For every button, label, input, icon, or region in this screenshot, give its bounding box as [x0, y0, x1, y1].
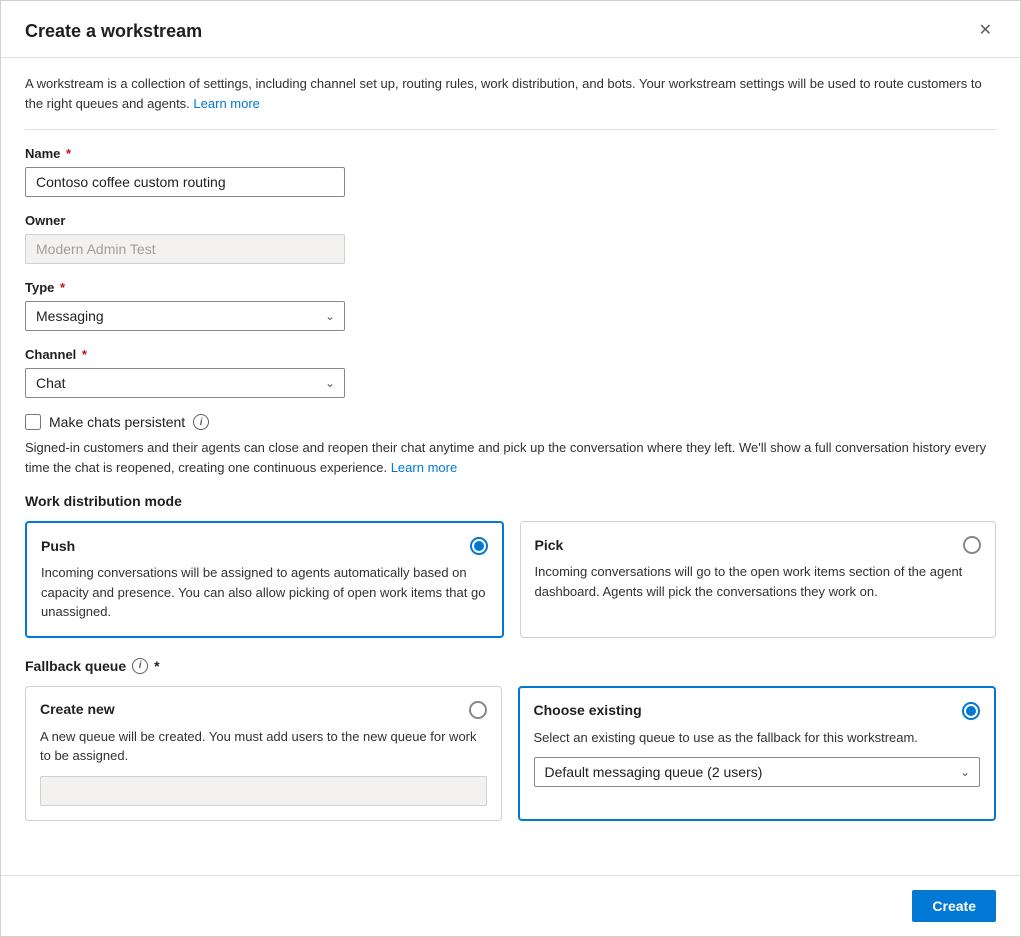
dialog-body: A workstream is a collection of settings… — [1, 58, 1020, 875]
persistent-description: Signed-in customers and their agents can… — [25, 438, 996, 477]
pick-card-header: Pick — [535, 536, 982, 554]
create-new-queue-card[interactable]: Create new A new queue will be created. … — [25, 686, 502, 821]
choose-existing-radio[interactable] — [962, 702, 980, 720]
make-chats-persistent-info-icon[interactable]: i — [193, 414, 209, 430]
name-input[interactable] — [25, 167, 345, 197]
owner-field-group: Owner Modern Admin Test — [25, 213, 996, 264]
choose-existing-card-title: Choose existing — [534, 702, 642, 718]
create-new-radio[interactable] — [469, 701, 487, 719]
channel-select[interactable]: Chat Email SMS — [25, 368, 345, 398]
pick-mode-card[interactable]: Pick Incoming conversations will go to t… — [520, 521, 997, 638]
channel-label: Channel * — [25, 347, 996, 362]
choose-existing-queue-card[interactable]: Choose existing Select an existing queue… — [518, 686, 997, 821]
choose-existing-card-desc: Select an existing queue to use as the f… — [534, 728, 981, 748]
type-label: Type * — [25, 280, 996, 295]
owner-input: Modern Admin Test — [25, 234, 345, 264]
description-learn-more-link[interactable]: Learn more — [193, 96, 259, 111]
push-card-header: Push — [41, 537, 488, 555]
type-select-wrapper: Messaging Voice ⌄ — [25, 301, 345, 331]
choose-existing-select-wrapper: Default messaging queue (2 users) ⌄ — [534, 757, 981, 787]
dialog-title: Create a workstream — [25, 21, 202, 42]
create-new-card-desc: A new queue will be created. You must ad… — [40, 727, 487, 766]
name-field-group: Name * — [25, 146, 996, 197]
dialog-footer: Create — [1, 875, 1020, 936]
pick-radio[interactable] — [963, 536, 981, 554]
create-new-card-title: Create new — [40, 701, 115, 717]
create-new-queue-input[interactable] — [40, 776, 487, 806]
name-required-marker: * — [62, 146, 71, 161]
name-label: Name * — [25, 146, 996, 161]
choose-existing-card-header: Choose existing — [534, 702, 981, 720]
create-new-card-header: Create new — [40, 701, 487, 719]
fallback-info-icon[interactable]: i — [132, 658, 148, 674]
channel-field-group: Channel * Chat Email SMS ⌄ — [25, 347, 996, 398]
push-card-title: Push — [41, 538, 75, 554]
make-chats-persistent-row: Make chats persistent i — [25, 414, 996, 430]
work-distribution-title: Work distribution mode — [25, 493, 996, 509]
dialog-description: A workstream is a collection of settings… — [25, 74, 996, 113]
make-chats-persistent-checkbox[interactable] — [25, 414, 41, 430]
fallback-required-marker: * — [154, 658, 159, 674]
channel-select-wrapper: Chat Email SMS ⌄ — [25, 368, 345, 398]
push-card-desc: Incoming conversations will be assigned … — [41, 563, 488, 622]
pick-card-desc: Incoming conversations will go to the op… — [535, 562, 982, 601]
type-field-group: Type * Messaging Voice ⌄ — [25, 280, 996, 331]
persistent-learn-more-link[interactable]: Learn more — [391, 460, 457, 475]
fallback-queue-section: Fallback queue i * Create new A new queu… — [25, 658, 996, 821]
header-divider — [25, 129, 996, 130]
push-mode-card[interactable]: Push Incoming conversations will be assi… — [25, 521, 504, 638]
create-workstream-dialog: Create a workstream ✕ A workstream is a … — [0, 0, 1021, 937]
push-radio[interactable] — [470, 537, 488, 555]
type-select[interactable]: Messaging Voice — [25, 301, 345, 331]
close-button[interactable]: ✕ — [975, 19, 996, 43]
fallback-queue-label: Fallback queue i * — [25, 658, 996, 674]
create-button[interactable]: Create — [912, 890, 996, 922]
work-distribution-cards: Push Incoming conversations will be assi… — [25, 521, 996, 638]
pick-card-title: Pick — [535, 537, 564, 553]
dialog-header: Create a workstream ✕ — [1, 1, 1020, 58]
make-chats-persistent-label: Make chats persistent — [49, 414, 185, 430]
fallback-queue-cards: Create new A new queue will be created. … — [25, 686, 996, 821]
owner-label: Owner — [25, 213, 996, 228]
choose-existing-select[interactable]: Default messaging queue (2 users) — [534, 757, 981, 787]
